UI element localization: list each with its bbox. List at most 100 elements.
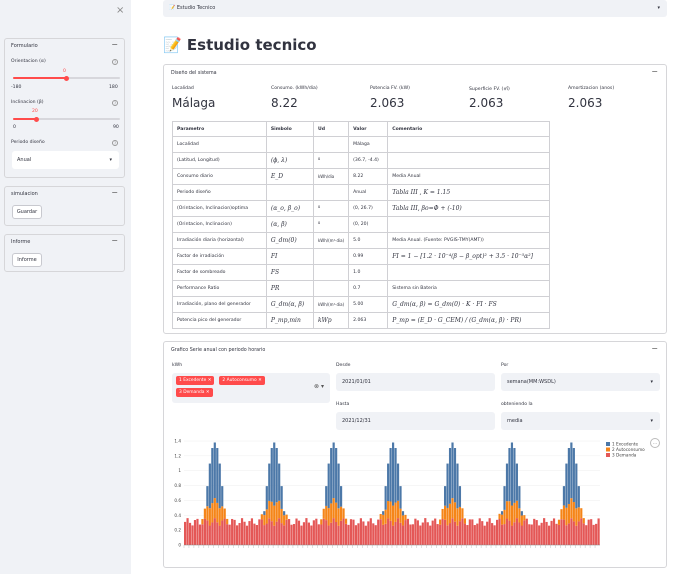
bar-demanda — [500, 524, 504, 545]
table-row: Factor de irradiación FI 0.99 FI = 1 − [1.2… — [172, 248, 550, 265]
table-cell: Media Anual. (Fuente: PVGIS-TMY(AMT)) — [387, 232, 550, 249]
bar-autoconsumo — [325, 505, 328, 521]
bar-autoconsumo — [515, 500, 518, 519]
simulacion-form: simulacion − Guardar — [4, 186, 125, 226]
bar-demanda — [441, 518, 444, 545]
bar-demanda — [575, 525, 578, 545]
por-selected: semana(MM:WSDL) — [507, 379, 556, 385]
table-cell — [312, 184, 350, 201]
bar-demanda — [488, 518, 491, 545]
bar-autoconsumo — [404, 514, 407, 521]
collapse-icon[interactable]: − — [111, 236, 118, 245]
table-cell: Sistema sin Bateria — [387, 280, 550, 297]
bar-autoconsumo — [203, 508, 206, 519]
series-tag[interactable]: 1 Excedente ✕ — [176, 376, 215, 385]
por-select[interactable]: semana(MM:WSDL) ▾ — [501, 373, 660, 391]
table-cell: Potencia pico del generador — [172, 312, 267, 329]
bar-autoconsumo — [221, 506, 224, 521]
orientacion-slider-thumb[interactable] — [64, 75, 69, 81]
bar-demanda — [406, 518, 410, 545]
collapse-icon[interactable]: − — [651, 344, 658, 353]
bar-demanda — [446, 525, 449, 545]
bar-demanda — [364, 525, 367, 545]
bar-demanda — [290, 524, 293, 545]
series-tag[interactable]: 2 Autoconsumo ✕ — [219, 376, 265, 385]
bar-demanda — [310, 525, 313, 545]
table-cell: Periodo diseño — [172, 184, 267, 201]
page-title: 📝 Estudio tecnico — [163, 36, 317, 54]
y-tick-label: 1.4 — [174, 439, 181, 444]
table-cell — [387, 136, 550, 153]
collapse-icon[interactable]: − — [111, 40, 118, 49]
bar-demanda — [300, 525, 303, 545]
orientacion-value: 0 — [63, 69, 66, 74]
series-tag-label: 2 Autoconsumo — [222, 378, 257, 383]
tag-list: 1 Excedente ✕ 2 Autoconsumo ✕ 3 Demanda ✕ — [176, 376, 326, 400]
table-cell: Irradiación diaria (horizontal) — [172, 232, 267, 249]
table-cell: Málaga — [348, 136, 389, 153]
bar-demanda — [278, 518, 281, 545]
bar-excedente — [565, 463, 568, 508]
collapse-icon[interactable]: − — [651, 67, 658, 76]
table-cell: G_dm(0) — [265, 232, 314, 249]
inclinacion-slider-thumb[interactable] — [34, 116, 40, 122]
series-multiselect[interactable]: 1 Excedente ✕ 2 Autoconsumo ✕ 3 Demanda ✕ … — [172, 373, 330, 403]
table-cell: (36.7, -4.4) — [348, 152, 389, 169]
table-row: Factor de sombreado FS 1.0 — [172, 264, 550, 281]
bar-excedente — [270, 448, 273, 502]
remove-tag-icon[interactable]: ✕ — [206, 378, 212, 383]
bar-demanda — [595, 523, 598, 545]
bar-demanda — [424, 518, 427, 545]
obteniendo-select[interactable]: media ▾ — [501, 412, 660, 430]
collapse-icon[interactable]: − — [111, 188, 118, 197]
bar-demanda — [444, 519, 447, 545]
remove-tag-icon[interactable]: ✕ — [205, 390, 210, 395]
series-tag[interactable]: 3 Demanda ✕ — [176, 388, 213, 397]
obteniendo-label: obteniendo la — [501, 402, 533, 407]
bar-excedente — [394, 448, 397, 503]
bar-autoconsumo — [206, 506, 209, 521]
help-icon[interactable]: ? — [112, 140, 118, 146]
bar-excedente — [263, 511, 266, 516]
informe-button[interactable]: Informe — [12, 253, 42, 267]
legend-label: 1 Excedente — [612, 442, 638, 447]
bar-demanda — [218, 525, 221, 545]
bar-excedente — [280, 486, 283, 509]
help-icon[interactable]: ? — [112, 100, 118, 106]
bar-autoconsumo — [392, 505, 395, 526]
remove-tag-icon[interactable]: ✕ — [257, 378, 262, 383]
table-body: Localidad Málaga (Latitud, Longitud) (ϕ, λ)… — [172, 136, 550, 329]
bar-autoconsumo — [463, 518, 466, 524]
estudio-tecnico-expander[interactable]: 📝 Estudio Tecnico ▾ — [163, 0, 667, 17]
bar-demanda — [557, 524, 561, 545]
table-row: Periodo diseño Anual Tabla III , K = 1.15 — [172, 184, 550, 201]
bar-demanda — [223, 518, 226, 545]
hasta-date-input[interactable]: 2021/12/31 — [336, 412, 495, 430]
bar-demanda — [379, 519, 382, 545]
bar-demanda — [483, 525, 486, 545]
bar-excedente — [513, 448, 516, 503]
close-sidebar-icon[interactable]: × — [116, 5, 124, 16]
bar-demanda — [320, 524, 323, 545]
desde-date-input[interactable]: 2021/01/01 — [336, 373, 495, 391]
guardar-button[interactable]: Guardar — [12, 205, 42, 219]
bar-excedente — [453, 448, 457, 503]
table-cell: º — [312, 152, 350, 169]
help-icon[interactable]: ? — [112, 59, 118, 65]
bar-excedente — [389, 448, 392, 502]
bar-demanda — [434, 518, 437, 545]
bar-demanda — [270, 521, 273, 545]
column-header: Parametro — [172, 121, 267, 137]
periodo-select[interactable]: Anual ▾ — [12, 151, 119, 169]
bar-autoconsumo — [270, 501, 273, 522]
bar-autoconsumo — [567, 503, 570, 524]
bar-excedente — [508, 448, 511, 502]
table-cell — [312, 264, 350, 281]
clear-and-chevron-icon[interactable]: ⊗ ▾ — [314, 383, 324, 390]
bar-demanda — [193, 520, 197, 545]
informe-form: Informe − Informe — [4, 234, 125, 272]
bar-autoconsumo — [332, 498, 335, 519]
bar-excedente — [562, 486, 566, 506]
bar-demanda — [481, 521, 484, 545]
bar-autoconsumo — [448, 503, 452, 524]
